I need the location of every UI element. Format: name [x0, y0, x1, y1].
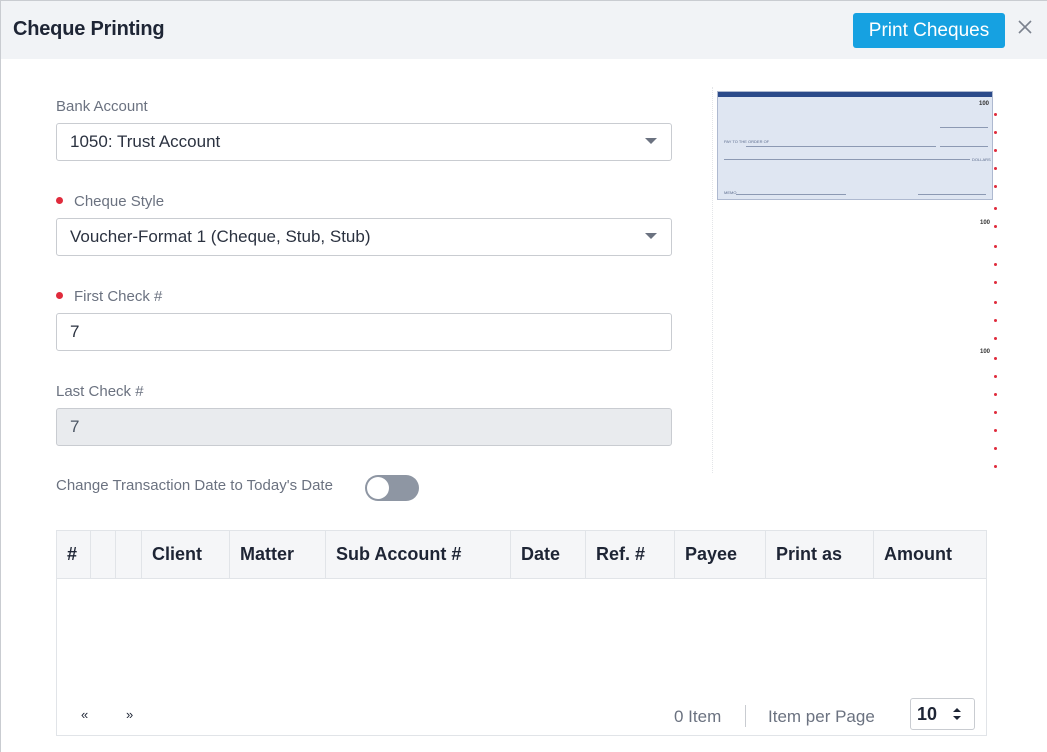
- chevron-down-icon: [645, 138, 657, 144]
- per-page-value: 10: [917, 704, 938, 724]
- dialog-header: Cheque Printing Print Cheques: [1, 1, 1047, 59]
- column-header-number[interactable]: #: [57, 531, 91, 579]
- first-check-input[interactable]: 7: [56, 313, 672, 351]
- column-header-print-as[interactable]: Print as: [766, 531, 874, 579]
- pager-next-button[interactable]: »: [126, 707, 133, 722]
- cheque-top-band: [718, 92, 992, 97]
- pager-prev-button[interactable]: «: [81, 707, 88, 722]
- table-header: # Client Matter Sub Account # Date Ref. …: [57, 531, 986, 579]
- column-header-date[interactable]: Date: [511, 531, 586, 579]
- column-header-matter[interactable]: Matter: [230, 531, 326, 579]
- column-header-ref[interactable]: Ref. #: [586, 531, 675, 579]
- print-cheques-button[interactable]: Print Cheques: [853, 13, 1005, 48]
- cheque-table: # Client Matter Sub Account # Date Ref. …: [56, 530, 987, 736]
- pager-divider: [745, 705, 746, 727]
- column-header-amount[interactable]: Amount: [874, 531, 986, 579]
- bank-account-label: Bank Account: [56, 98, 148, 115]
- cheque-number: 100: [978, 101, 989, 107]
- per-page-select[interactable]: 10: [910, 698, 975, 730]
- column-header-client[interactable]: Client: [142, 531, 230, 579]
- cheque-preview: 100 PAY TO THE ORDER OF DOLLARS MEMO 100…: [712, 87, 998, 473]
- close-icon[interactable]: [1016, 18, 1034, 36]
- cheque-style-label: Cheque Style: [56, 193, 164, 210]
- memo-text: MEMO: [724, 190, 737, 195]
- stub-number-2: 100: [979, 349, 990, 355]
- first-check-label: First Check #: [56, 288, 162, 305]
- stub-number-1: 100: [979, 220, 990, 226]
- per-page-label: Item per Page: [768, 707, 875, 726]
- column-header-sub-account[interactable]: Sub Account #: [326, 531, 511, 579]
- bank-account-value: 1050: Trust Account: [70, 132, 221, 151]
- bank-account-select[interactable]: 1050: Trust Account: [56, 123, 672, 161]
- change-date-toggle[interactable]: [365, 475, 419, 501]
- chevron-down-icon: [645, 233, 657, 239]
- cheque-style-value: Voucher-Format 1 (Cheque, Stub, Stub): [70, 227, 371, 246]
- dollars-text: DOLLARS: [972, 157, 991, 162]
- cheque-style-select[interactable]: Voucher-Format 1 (Cheque, Stub, Stub): [56, 218, 672, 256]
- column-header-payee[interactable]: Payee: [675, 531, 766, 579]
- column-header-blank-2: [116, 531, 142, 579]
- required-indicator: [56, 197, 63, 204]
- column-header-blank-1: [91, 531, 116, 579]
- last-check-label: Last Check #: [56, 383, 144, 400]
- required-indicator: [56, 292, 63, 299]
- cheque-preview-image: 100 PAY TO THE ORDER OF DOLLARS MEMO: [717, 91, 993, 200]
- item-count: 0 Item: [674, 707, 722, 726]
- cheque-printing-dialog: Cheque Printing Print Cheques Bank Accou…: [0, 0, 1047, 752]
- pay-to-text: PAY TO THE ORDER OF: [724, 139, 770, 144]
- change-date-label: Change Transaction Date to Today's Date: [56, 477, 333, 494]
- sort-updown-icon: [953, 708, 961, 720]
- toggle-knob: [367, 477, 389, 499]
- last-check-input: 7: [56, 408, 672, 446]
- dialog-title: Cheque Printing: [13, 18, 165, 40]
